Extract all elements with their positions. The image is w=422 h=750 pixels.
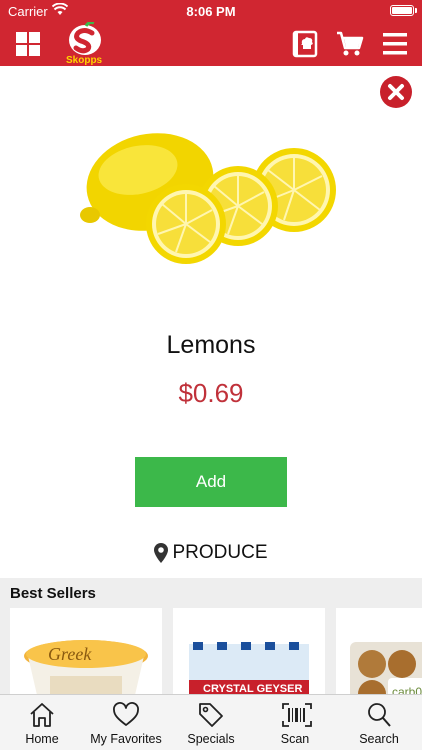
product-image (80, 133, 336, 264)
best-sellers-heading: Best Sellers (10, 585, 96, 602)
tab-home[interactable]: Home (0, 695, 84, 750)
product-card-water[interactable]: CRYSTAL GEYSER (173, 608, 325, 696)
clock: 8:06 PM (186, 4, 236, 19)
tab-search-label: Search (359, 732, 399, 746)
muffins-image: carb0 (350, 642, 422, 696)
tab-specials-label: Specials (187, 732, 235, 746)
tab-my-favorites-label: My Favorites (90, 732, 162, 746)
hamburger-menu-icon[interactable] (381, 30, 409, 58)
home-icon (30, 703, 54, 727)
tab-my-favorites[interactable]: My Favorites (84, 695, 168, 750)
tag-icon (199, 703, 223, 727)
heart-icon (113, 702, 139, 726)
bottom-tab-bar: Home My Favorites Specials Scan Search (0, 694, 422, 750)
tab-scan[interactable]: Scan (253, 695, 337, 750)
close-button[interactable] (380, 76, 412, 108)
chef-recipe-icon[interactable] (291, 30, 319, 58)
best-sellers-section: Best Sellers Greek CRYSTAL GEYSER carb0 (0, 578, 422, 696)
product-card-greek-yogurt[interactable]: Greek (10, 608, 162, 696)
tab-search[interactable]: Search (337, 695, 421, 750)
app-header: Skopps (0, 22, 422, 66)
add-button[interactable]: Add (135, 457, 287, 507)
product-card-muffins[interactable]: carb0 (336, 608, 422, 696)
cart-icon[interactable] (336, 30, 364, 58)
svg-text:Greek: Greek (48, 644, 92, 664)
crystal-geyser-image: CRYSTAL GEYSER (189, 642, 309, 696)
logo-text: Skopps (66, 55, 103, 66)
search-icon (368, 703, 391, 727)
greek-yogurt-image: Greek (24, 640, 148, 696)
barcode-icon (282, 703, 312, 727)
product-price: $0.69 (178, 378, 244, 408)
location-label: PRODUCE (172, 542, 268, 563)
tab-home-label: Home (25, 732, 59, 746)
battery-icon (390, 5, 414, 16)
status-bar: Carrier 8:06 PM (0, 0, 422, 22)
location-pin-icon (154, 543, 169, 563)
aisle-location: PRODUCE (0, 542, 422, 564)
grid-menu-icon[interactable] (14, 30, 42, 58)
close-icon (388, 84, 404, 100)
tab-scan-label: Scan (280, 732, 310, 746)
tab-specials[interactable]: Specials (169, 695, 253, 750)
product-name: Lemons (166, 331, 256, 359)
